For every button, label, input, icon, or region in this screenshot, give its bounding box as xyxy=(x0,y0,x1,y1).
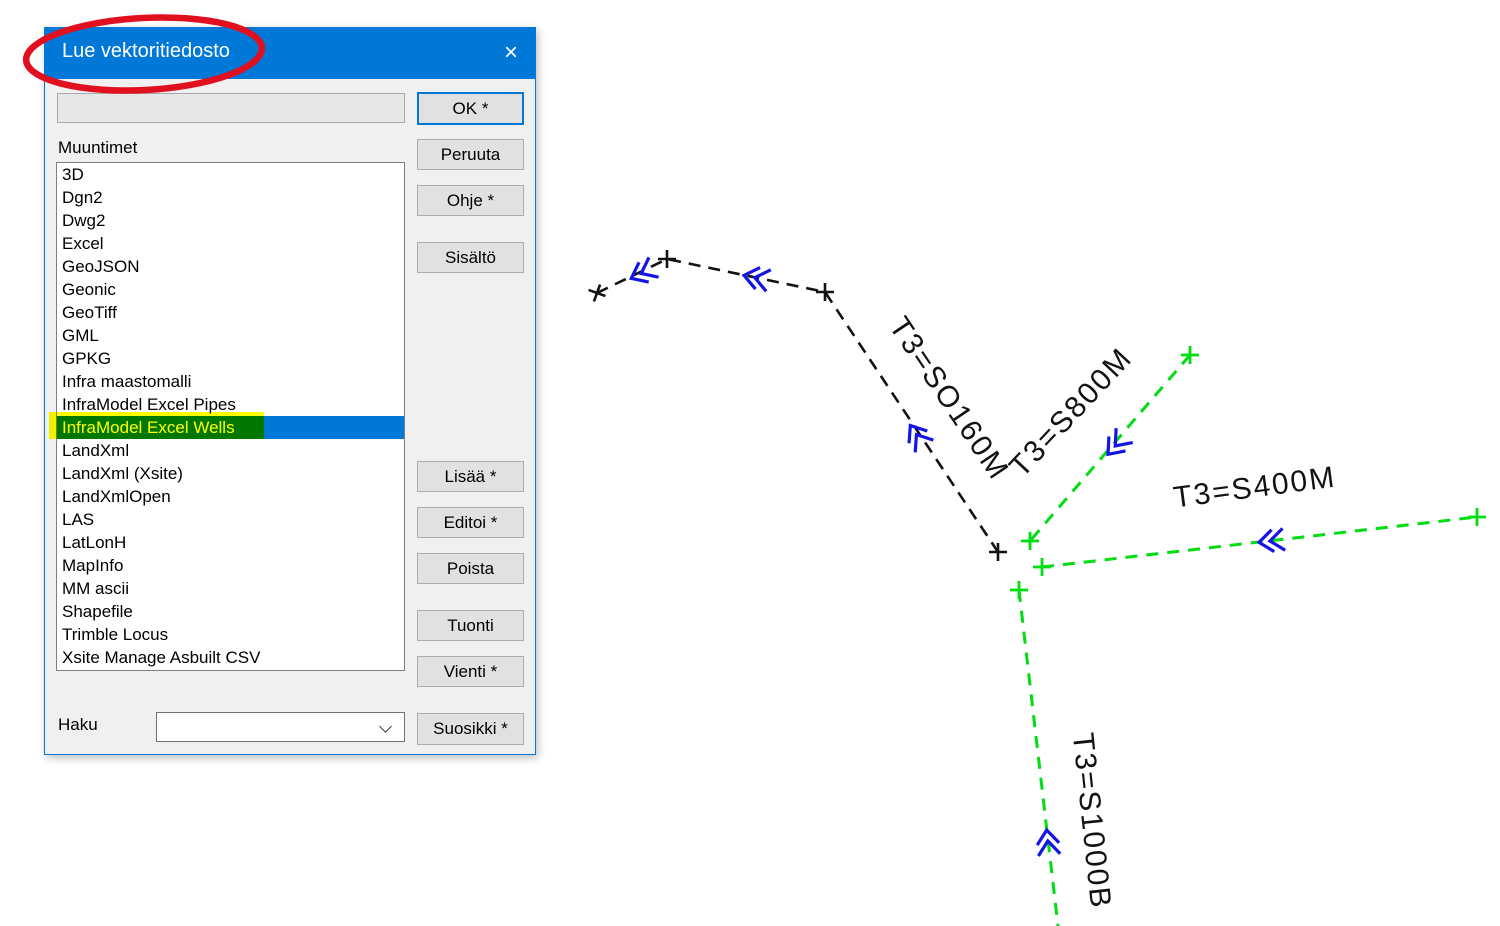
pipe-label-so160m: T3=SO160M xyxy=(882,311,1015,486)
favorite-button[interactable]: Suosikki * xyxy=(417,713,524,745)
search-label: Haku xyxy=(58,715,98,735)
add-button[interactable]: Lisää * xyxy=(417,461,524,492)
close-button[interactable]: × xyxy=(487,28,535,79)
converter-list-item[interactable]: 3D xyxy=(57,163,404,186)
remove-button[interactable]: Poista xyxy=(417,553,524,584)
flow-arrow-icon xyxy=(742,265,771,292)
app-canvas: T3=SO160M T3=S800M T3=S400M T3=S1000B Lu… xyxy=(0,0,1500,926)
converter-list-item[interactable]: LAS xyxy=(57,508,404,531)
converter-list-item[interactable]: Dwg2 xyxy=(57,209,404,232)
dialog-titlebar[interactable]: Lue vektoritiedosto × xyxy=(45,28,535,79)
flow-arrow-icon xyxy=(626,257,658,288)
converter-list-item[interactable]: Xsite Manage Asbuilt CSV xyxy=(57,646,404,669)
vertex-marker xyxy=(816,283,834,301)
flow-arrow-icon xyxy=(1100,428,1133,461)
ok-button[interactable]: OK * xyxy=(417,92,524,125)
search-combobox[interactable] xyxy=(156,712,405,742)
pipe-label-s400m: T3=S400M xyxy=(1172,461,1339,515)
pipe-label-s800m: T3=S800M xyxy=(1003,341,1139,483)
converter-list-item[interactable]: Infra maastomalli xyxy=(57,370,404,393)
converter-list-item[interactable]: Shapefile xyxy=(57,600,404,623)
converter-list-item[interactable]: InfraModel Excel Pipes xyxy=(57,393,404,416)
converter-listbox[interactable]: 3DDgn2Dwg2ExcelGeoJSONGeonicGeoTiffGMLGP… xyxy=(56,162,405,671)
converter-list-item[interactable]: Geonic xyxy=(57,278,404,301)
help-button[interactable]: Ohje * xyxy=(417,185,524,216)
filename-input[interactable] xyxy=(57,93,405,123)
vertex-marker xyxy=(1468,508,1486,526)
converter-list-item[interactable]: Excel xyxy=(57,232,404,255)
converter-list-item[interactable]: MM ascii xyxy=(57,577,404,600)
converter-list-item[interactable]: GeoTiff xyxy=(57,301,404,324)
vertex-marker xyxy=(1033,558,1051,576)
vertex-marker xyxy=(1010,581,1028,599)
converter-list-item[interactable]: GeoJSON xyxy=(57,255,404,278)
dialog-title: Lue vektoritiedosto xyxy=(62,40,230,63)
read-vector-file-dialog: Lue vektoritiedosto × OK * Peruuta Ohje … xyxy=(44,27,536,755)
converter-list-item[interactable]: InfraModel Excel Wells xyxy=(57,416,404,439)
edit-button[interactable]: Editoi * xyxy=(417,507,524,538)
converter-list-item[interactable]: LandXmlOpen xyxy=(57,485,404,508)
converter-list-item[interactable]: LandXml (Xsite) xyxy=(57,462,404,485)
content-button[interactable]: Sisältö xyxy=(417,242,524,273)
converter-list-item[interactable]: LatLonH xyxy=(57,531,404,554)
vertex-marker xyxy=(989,543,1007,561)
converter-list-item[interactable]: Trimble Locus xyxy=(57,623,404,646)
converter-list-item[interactable]: GML xyxy=(57,324,404,347)
cancel-button[interactable]: Peruuta xyxy=(417,139,524,170)
export-button[interactable]: Vienti * xyxy=(417,656,524,687)
import-button[interactable]: Tuonti xyxy=(417,610,524,641)
converter-list-item[interactable]: Dgn2 xyxy=(57,186,404,209)
pipe-label-s1000b: T3=S1000B xyxy=(1066,731,1117,911)
converters-label: Muuntimet xyxy=(58,138,137,158)
vertex-marker xyxy=(658,250,676,268)
converter-list-item[interactable]: GPKG xyxy=(57,347,404,370)
vertex-marker xyxy=(585,281,608,304)
converter-list-item[interactable]: MapInfo xyxy=(57,554,404,577)
converter-list-item[interactable]: LandXml xyxy=(57,439,404,462)
planned-pipe-s1000 xyxy=(1019,590,1058,926)
